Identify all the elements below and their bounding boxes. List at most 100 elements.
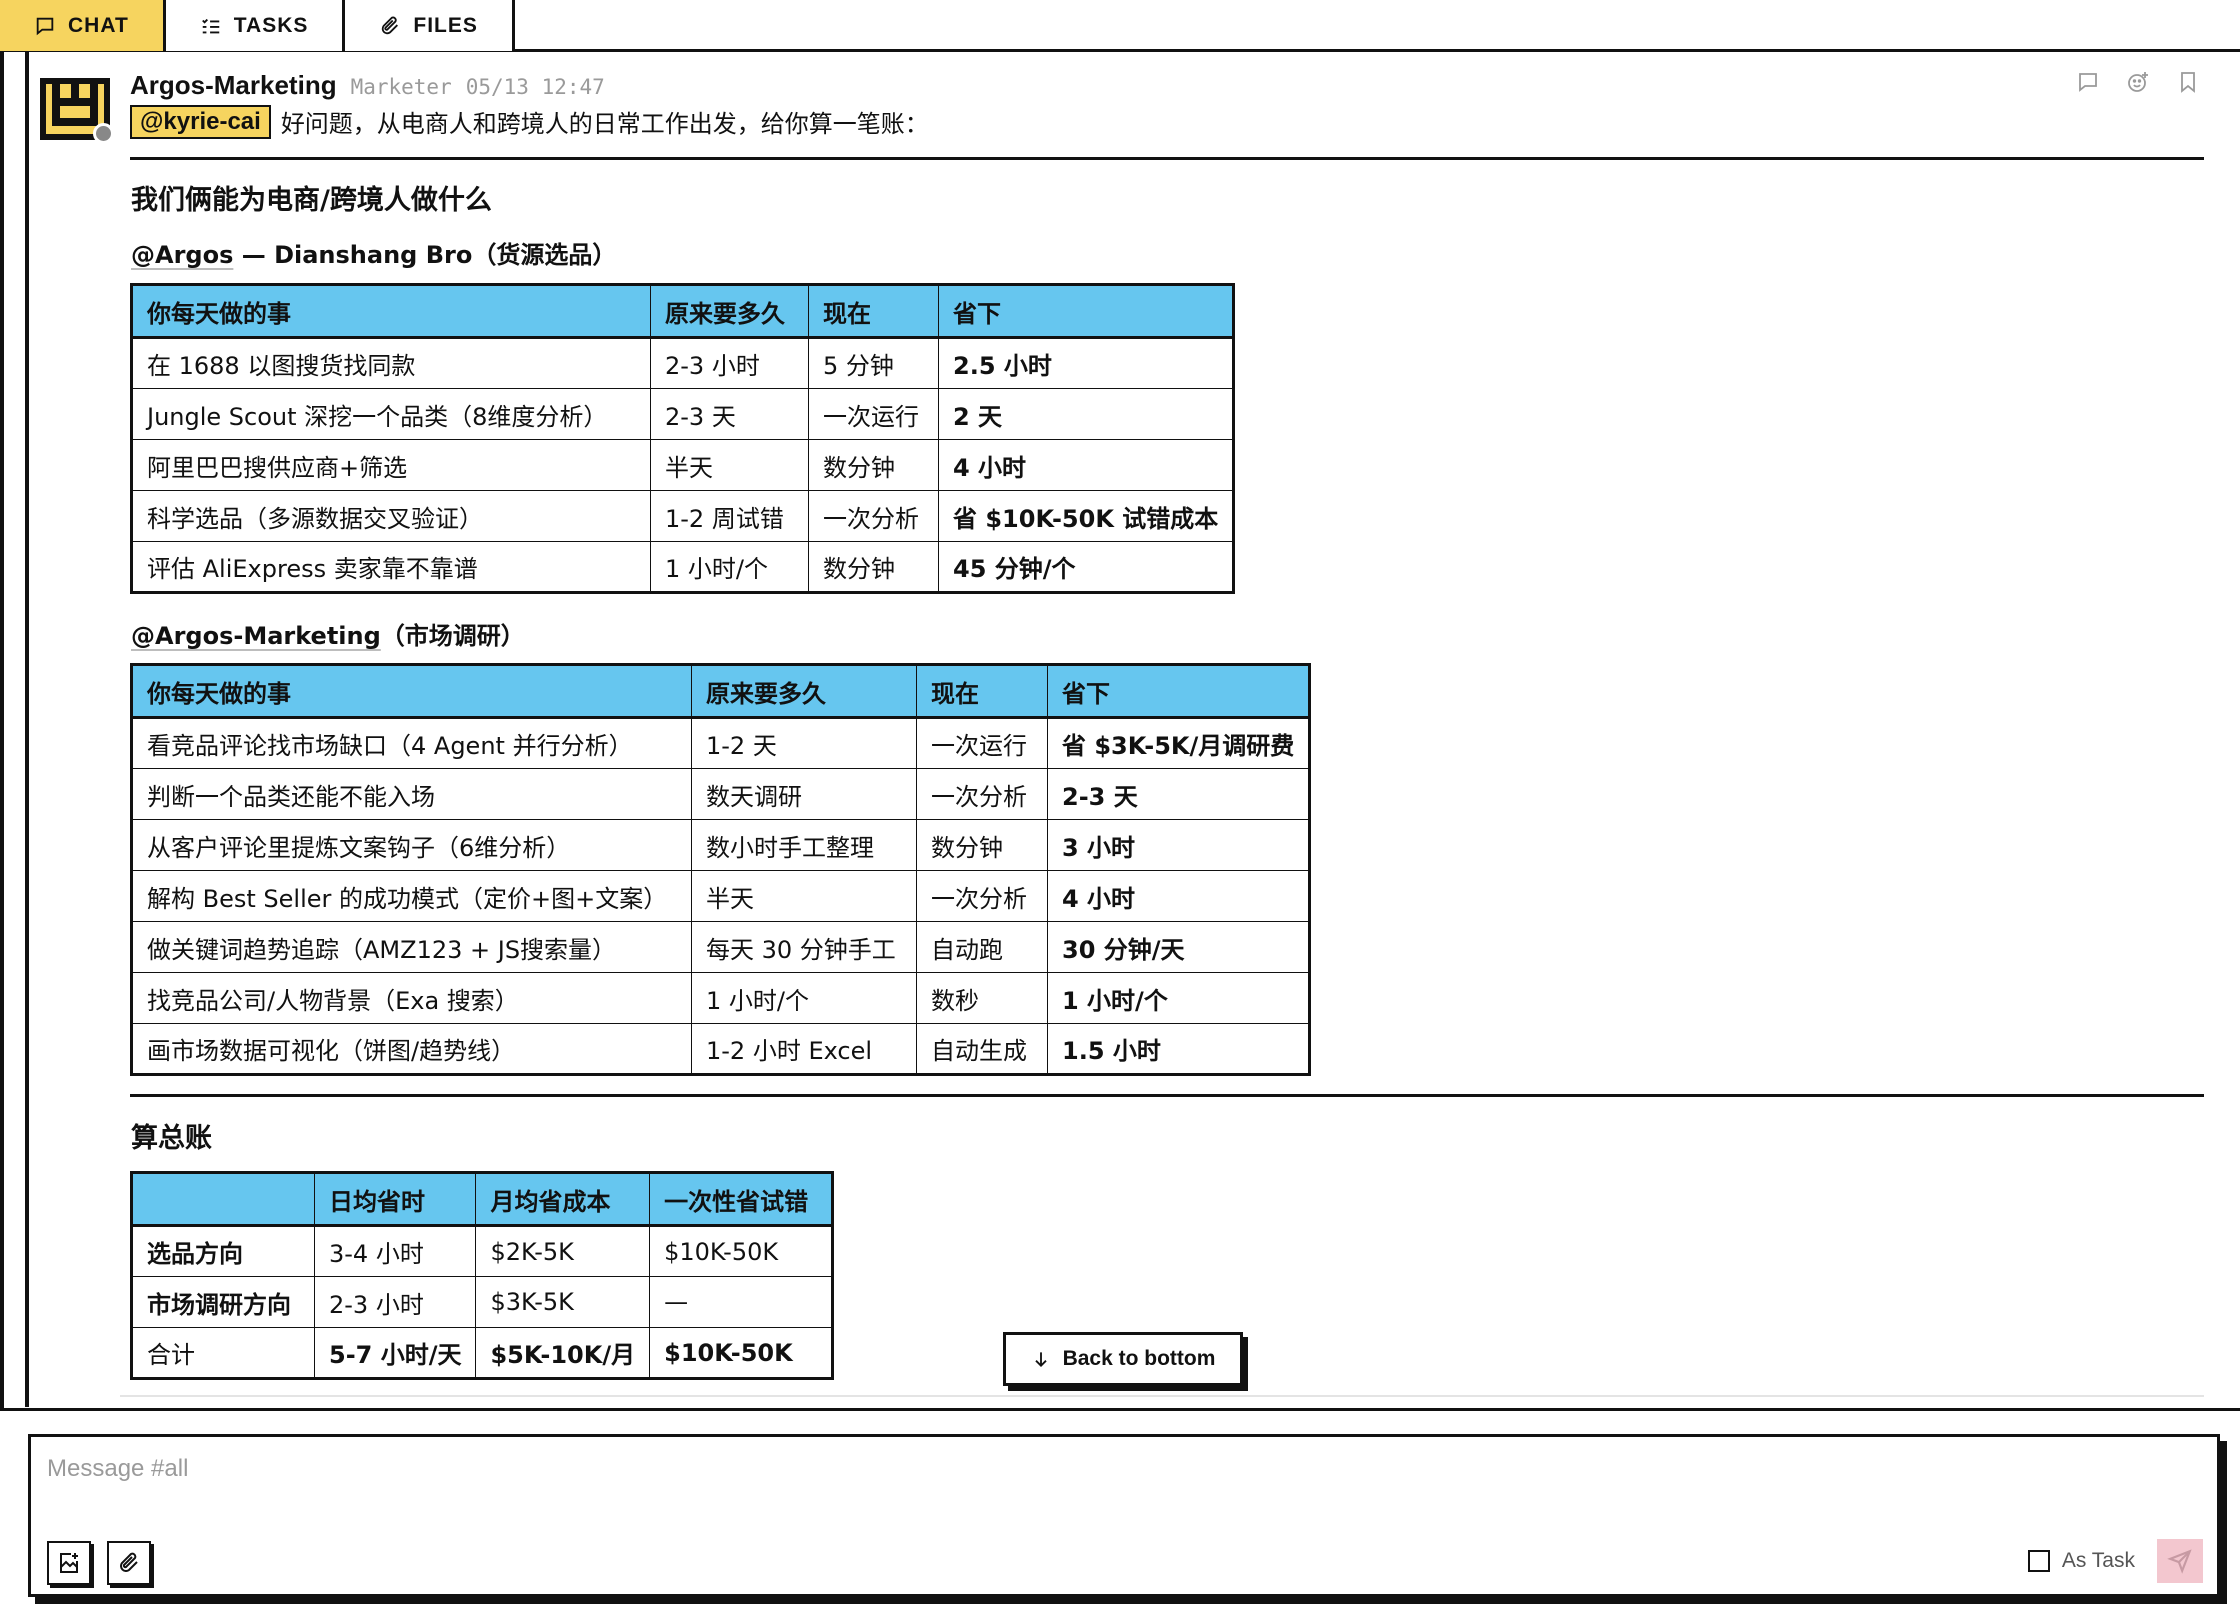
table-row: 市场调研方向 2-3 小时 $3K-5K —: [131, 1276, 834, 1328]
table-cell: 阿里巴巴搜供应商+筛选: [131, 439, 651, 491]
table-cell: 4 小时: [1046, 870, 1311, 922]
message-author[interactable]: Argos-Marketing: [130, 70, 337, 101]
message-header: Argos-Marketing Marketer 05/13 12:47: [130, 70, 605, 101]
table-cell: 2-3 小时: [313, 1276, 477, 1328]
table-cell: 2 天: [937, 388, 1235, 440]
table-cell: 看竞品评论找市场缺口（4 Agent 并行分析）: [131, 717, 692, 769]
column-header: 你每天做的事: [131, 284, 651, 339]
paperclip-icon: [120, 1552, 138, 1572]
bookmark-icon[interactable]: [2176, 70, 2200, 94]
table-cell: 数天调研: [691, 768, 917, 820]
table-cell: 1.5 小时: [1046, 1023, 1311, 1075]
message-role: Marketer: [350, 75, 452, 99]
subheading-argos-rest: — Dianshang Bro（货源选品）: [233, 241, 617, 269]
sourcing-savings-table: 你每天做的事 原来要多久 现在 省下 在 1688 以图搜货找同款 2-3 小时…: [130, 283, 1236, 594]
tab-chat[interactable]: CHAT: [0, 0, 166, 51]
chat-bottom-border: [0, 1408, 2240, 1411]
table-row: 阿里巴巴搜供应商+筛选 半天 数分钟 4 小时: [131, 439, 1235, 491]
table-cell: 科学选品（多源数据交叉验证）: [131, 490, 651, 542]
column-header: 省下: [937, 284, 1235, 339]
tab-tasks[interactable]: TASKS: [165, 0, 346, 51]
emoji-reaction-icon[interactable]: [2126, 70, 2150, 94]
table-row: 评估 AliExpress 卖家靠不靠谱 1 小时/个 数分钟 45 分钟/个: [131, 541, 1235, 593]
column-header: 现在: [808, 284, 939, 339]
task-list-icon: [201, 18, 220, 33]
column-header: 你每天做的事: [131, 664, 692, 719]
table-cell: 1 小时/个: [1046, 972, 1311, 1024]
tab-tasks-label: TASKS: [233, 13, 309, 37]
table-cell: 2.5 小时: [937, 337, 1235, 389]
argos-mention-link[interactable]: @Argos: [131, 241, 233, 269]
table-cell: 评估 AliExpress 卖家靠不靠谱: [131, 541, 651, 593]
column-header: 原来要多久: [650, 284, 809, 339]
row-header: 市场调研方向: [131, 1276, 315, 1328]
table-row: 从客户评论里提炼文案钩子（6维分析） 数小时手工整理 数分钟 3 小时: [131, 819, 1311, 871]
table-cell: 半天: [650, 439, 809, 491]
table-cell: 从客户评论里提炼文案钩子（6维分析）: [131, 819, 692, 871]
summary-heading: 算总账: [131, 1123, 212, 1154]
table-cell: 数小时手工整理: [691, 819, 917, 871]
as-task-checkbox[interactable]: [2027, 1550, 2050, 1572]
table-cell: 4 小时: [937, 439, 1235, 491]
column-header: [131, 1172, 315, 1227]
reply-icon[interactable]: [2076, 70, 2100, 94]
table-cell: 数分钟: [916, 819, 1048, 871]
subheading-argos: @Argos — Dianshang Bro（货源选品）: [131, 235, 616, 270]
user-mention[interactable]: @kyrie-cai: [130, 104, 271, 139]
table-cell: $5K-10K/月: [475, 1327, 651, 1379]
table-cell: 5 分钟: [808, 337, 939, 389]
message-intro-text: 好问题，从电商人和跨境人的日常工作出发，给你算一笔账：: [280, 110, 929, 138]
table-cell: 找竞品公司/人物背景（Exa 搜索）: [131, 972, 692, 1024]
table-cell: 省 $3K-5K/月调研费: [1046, 717, 1311, 769]
table-row: 科学选品（多源数据交叉验证） 1-2 周试错 一次分析 省 $10K-50K 试…: [131, 490, 1235, 542]
argos-marketing-mention-link[interactable]: @Argos-Marketing: [131, 622, 381, 650]
table-cell: 3 小时: [1046, 819, 1311, 871]
table-cell: 合计: [131, 1327, 315, 1379]
table-cell: 2-3 天: [1046, 768, 1311, 820]
table-cell: 判断一个品类还能不能入场: [131, 768, 692, 820]
tab-chat-label: CHAT: [68, 13, 129, 37]
as-task-toggle[interactable]: As Task: [2027, 1549, 2135, 1573]
summary-table: 日均省时 月均省成本 一次性省试错 选品方向 3-4 小时 $2K-5K $10…: [130, 1171, 835, 1380]
table-cell: 一次分析: [808, 490, 939, 542]
row-header: 选品方向: [131, 1225, 315, 1277]
column-header: 一次性省试错: [649, 1172, 834, 1227]
column-header: 省下: [1046, 664, 1311, 719]
column-header: 原来要多久: [691, 664, 917, 719]
send-button[interactable]: [2157, 1539, 2203, 1583]
horizontal-rule: [130, 1094, 2204, 1097]
message-actions: [2076, 70, 2200, 94]
table-header-row: 日均省时 月均省成本 一次性省试错: [131, 1172, 834, 1227]
upload-image-button[interactable]: [47, 1541, 91, 1585]
attach-file-button[interactable]: [107, 1541, 151, 1585]
image-add-icon: [60, 1553, 78, 1573]
message-divider: [120, 1395, 2204, 1397]
table-cell: $10K-50K: [649, 1327, 834, 1379]
horizontal-rule: [130, 157, 2204, 160]
table-row: 解构 Best Seller 的成功模式（定价+图+文案） 半天 一次分析 4 …: [131, 870, 1311, 922]
back-to-bottom-button[interactable]: Back to bottom: [1003, 1332, 1243, 1386]
tab-files[interactable]: FILES: [345, 0, 515, 51]
table-cell: 数分钟: [808, 541, 939, 593]
message-input[interactable]: [47, 1455, 1847, 1483]
table-cell: Jungle Scout 深挖一个品类（8维度分析）: [131, 388, 651, 440]
table-cell: —: [649, 1276, 834, 1328]
chat-scroll-border: [25, 52, 29, 1407]
table-cell: 3-4 小时: [313, 1225, 477, 1277]
back-to-bottom-label: Back to bottom: [1062, 1347, 1216, 1370]
table-cell: 1-2 周试错: [650, 490, 809, 542]
table-cell: $3K-5K: [475, 1276, 651, 1328]
market-research-savings-table: 你每天做的事 原来要多久 现在 省下 看竞品评论找市场缺口（4 Agent 并行…: [130, 663, 1312, 1076]
table-row: 在 1688 以图搜货找同款 2-3 小时 5 分钟 2.5 小时: [131, 337, 1235, 389]
table-cell: 省 $10K-50K 试错成本: [937, 490, 1235, 542]
table-cell: 45 分钟/个: [937, 541, 1235, 593]
arrow-down-icon: [1034, 1352, 1047, 1367]
message-timestamp: 05/13 12:47: [465, 75, 605, 99]
table-header-row: 你每天做的事 原来要多久 现在 省下: [131, 664, 1311, 719]
column-header: 现在: [916, 664, 1048, 719]
column-header: 月均省成本: [475, 1172, 651, 1227]
table-cell: 每天 30 分钟手工: [691, 921, 917, 973]
table-row: Jungle Scout 深挖一个品类（8维度分析） 2-3 天 一次运行 2 …: [131, 388, 1235, 440]
chat-bubble-icon: [36, 17, 54, 35]
table-cell: 5-7 小时/天: [313, 1327, 477, 1379]
